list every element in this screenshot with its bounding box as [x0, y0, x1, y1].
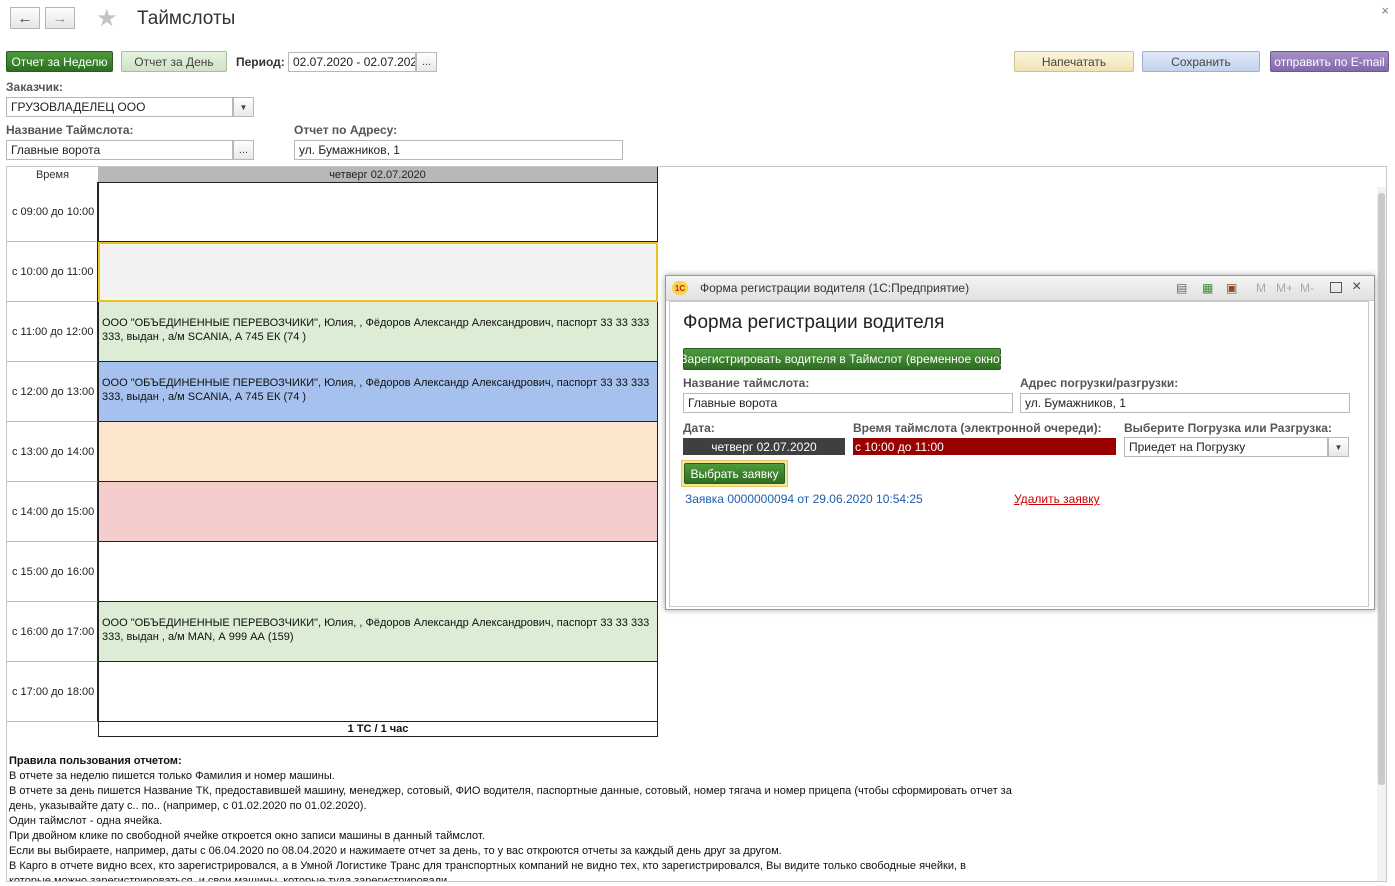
- rules-text: Правила пользования отчетом: В отчете за…: [9, 754, 1012, 882]
- memory-minus-icon[interactable]: M-: [1300, 281, 1314, 295]
- time-cell: с 17:00 до 18:00: [7, 662, 98, 722]
- arrow-left-icon: ←: [17, 9, 33, 27]
- timeslot-cell-0900[interactable]: [98, 182, 658, 242]
- day-report-button[interactable]: Отчет за День: [121, 51, 227, 72]
- timeslot-cell-1400[interactable]: [98, 482, 658, 542]
- memory-plus-icon[interactable]: M+: [1276, 281, 1293, 295]
- time-cell: с 13:00 до 14:00: [7, 422, 98, 482]
- dialog-address-input[interactable]: ул. Бумажников, 1: [1020, 393, 1350, 413]
- period-select-button[interactable]: ...: [416, 52, 437, 72]
- report-footer: 1 ТС / 1 час: [98, 722, 658, 737]
- rules-line: Если вы выбираете, например, даты с 06.0…: [9, 845, 782, 857]
- timeslot-cell-1300[interactable]: [98, 422, 658, 482]
- dialog-address-label: Адрес погрузки/разгрузки:: [1020, 376, 1179, 390]
- email-button[interactable]: отправить по E-mail: [1270, 51, 1389, 72]
- address-input[interactable]: ул. Бумажников, 1: [294, 140, 623, 160]
- spreadsheet-icon[interactable]: ▦: [1202, 281, 1213, 295]
- time-cell: с 11:00 до 12:00: [7, 302, 98, 362]
- time-cell: с 16:00 до 17:00: [7, 602, 98, 662]
- type-label: Выберите Погрузка или Разгрузка:: [1124, 421, 1332, 435]
- period-input[interactable]: 02.07.2020 - 02.07.2020: [288, 52, 416, 72]
- period-label: Период:: [236, 55, 285, 69]
- save-button[interactable]: Сохранить: [1142, 51, 1260, 72]
- star-icon[interactable]: ★: [96, 4, 118, 33]
- rules-line: В отчете за неделю пишется только Фамили…: [9, 770, 335, 782]
- order-link[interactable]: Заявка 0000000094 от 29.06.2020 10:54:25: [685, 492, 923, 506]
- scrollbar-thumb[interactable]: [1378, 193, 1385, 785]
- page-title: Таймслоты: [137, 8, 236, 29]
- close-icon[interactable]: ×: [1352, 278, 1361, 296]
- arrow-right-icon: →: [52, 9, 68, 27]
- rules-line: При двойном клике по свободной ячейке от…: [9, 830, 485, 842]
- dialog-window-title: Форма регистрации водителя (1С:Предприят…: [700, 281, 970, 295]
- close-icon[interactable]: ×: [1381, 3, 1389, 18]
- back-button[interactable]: ←: [10, 7, 40, 29]
- customer-label: Заказчик:: [6, 80, 63, 94]
- day-column-header: четверг 02.07.2020: [98, 167, 658, 182]
- load-type-select[interactable]: Приедет на Погрузку: [1124, 437, 1328, 457]
- timeslot-cell-1100[interactable]: ООО "ОБЪЕДИНЕННЫЕ ПЕРЕВОЗЧИКИ", Юлия, , …: [98, 302, 658, 362]
- timeslot-cell-1200[interactable]: ООО "ОБЪЕДИНЕННЫЕ ПЕРЕВОЗЧИКИ", Юлия, , …: [98, 362, 658, 422]
- dialog-content: Форма регистрации водителя Зарегистриров…: [669, 301, 1369, 607]
- timeslot-cell-1700[interactable]: [98, 662, 658, 722]
- timeslot-cell-1600[interactable]: ООО "ОБЪЕДИНЕННЫЕ ПЕРЕВОЗЧИКИ", Юлия, , …: [98, 602, 658, 662]
- time-cell: с 12:00 до 13:00: [7, 362, 98, 422]
- timeslot-select-button[interactable]: ...: [233, 140, 254, 160]
- date-value: четверг 02.07.2020: [683, 438, 845, 455]
- rules-line: день, указывайте дату с.. по.. (например…: [9, 800, 367, 812]
- maximize-icon[interactable]: [1330, 282, 1342, 293]
- rules-line: которые можно зарегистрироваться, и свои…: [9, 875, 451, 882]
- dialog-timeslot-label: Название таймслота:: [683, 376, 810, 390]
- choose-order-button[interactable]: Выбрать заявку: [684, 463, 785, 484]
- memory-icon[interactable]: M: [1256, 281, 1266, 295]
- driver-registration-dialog: 1С Форма регистрации водителя (1С:Предпр…: [665, 275, 1375, 610]
- print-button[interactable]: Напечатать: [1014, 51, 1134, 72]
- time-column-header: Время: [7, 167, 99, 182]
- time-cell: с 15:00 до 16:00: [7, 542, 98, 602]
- time-cell: с 10:00 до 11:00: [7, 242, 98, 302]
- timeslot-input[interactable]: Главные ворота: [6, 140, 233, 160]
- week-report-button[interactable]: Отчет за Неделю: [6, 51, 113, 72]
- date-label: Дата:: [683, 421, 715, 435]
- dialog-heading: Форма регистрации водителя: [683, 312, 945, 333]
- chevron-down-icon: ▼: [1334, 442, 1343, 452]
- timeslot-cell-1500[interactable]: [98, 542, 658, 602]
- dialog-titlebar[interactable]: 1С Форма регистрации водителя (1С:Предпр…: [666, 276, 1374, 301]
- timeslot-cell-1000-selected[interactable]: [98, 242, 658, 302]
- rules-line: В Карго в отчете видно всех, кто зарегис…: [9, 860, 966, 872]
- forward-button[interactable]: →: [45, 7, 75, 29]
- rules-title: Правила пользования отчетом:: [9, 755, 182, 767]
- dialog-timeslot-input[interactable]: Главные ворота: [683, 393, 1013, 413]
- rules-line: Один таймслот - одна ячейка.: [9, 815, 163, 827]
- customer-dropdown-button[interactable]: ▼: [233, 97, 254, 117]
- time-value: с 10:00 до 11:00: [853, 438, 1116, 455]
- load-type-dropdown-button[interactable]: ▼: [1328, 437, 1349, 457]
- address-label: Отчет по Адресу:: [294, 123, 398, 137]
- app-logo-icon: 1С: [672, 281, 688, 295]
- customer-input[interactable]: ГРУЗОВЛАДЕЛЕЦ ООО: [6, 97, 233, 117]
- delete-order-link[interactable]: Удалить заявку: [1014, 492, 1100, 506]
- timeslot-label: Название Таймслота:: [6, 123, 134, 137]
- rules-line: В отчете за день пишется Название ТК, пр…: [9, 785, 1012, 797]
- chevron-down-icon: ▼: [239, 102, 248, 112]
- time-cell: с 09:00 до 10:00: [7, 182, 98, 242]
- calendar-icon[interactable]: ▣: [1226, 281, 1237, 295]
- register-driver-button[interactable]: Зарегистрировать водителя в Таймслот (вр…: [680, 348, 1004, 370]
- time-label: Время таймслота (электронной очереди):: [853, 421, 1102, 435]
- print-preview-icon[interactable]: ▤: [1176, 281, 1187, 295]
- time-cell: с 14:00 до 15:00: [7, 482, 98, 542]
